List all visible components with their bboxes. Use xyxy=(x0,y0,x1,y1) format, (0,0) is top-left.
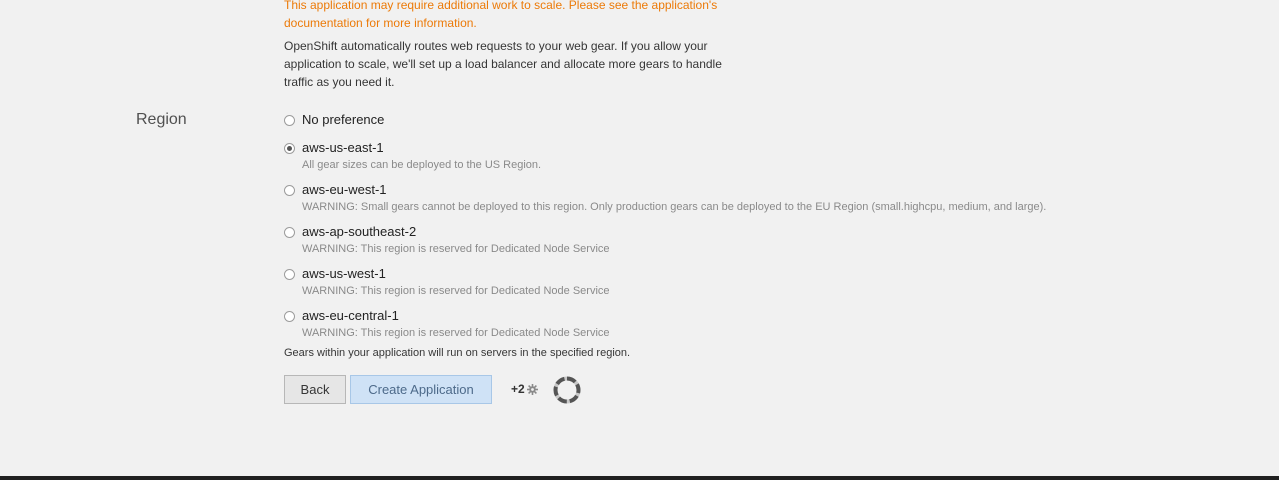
radio-button-selected[interactable] xyxy=(284,143,295,154)
region-option-help: WARNING: Small gears cannot be deployed … xyxy=(302,201,1047,213)
region-option-label: No preference xyxy=(302,112,385,127)
region-option-help: WARNING: This region is reserved for Ded… xyxy=(302,243,610,255)
gear-count: +2 xyxy=(511,382,525,396)
back-button[interactable]: Back xyxy=(284,375,346,404)
gear-cost-indicator: +2 xyxy=(511,382,538,396)
radio-button[interactable] xyxy=(284,311,295,322)
region-option-label: aws-eu-central-1 xyxy=(302,308,399,323)
region-option-label: aws-eu-west-1 xyxy=(302,182,387,197)
create-application-button[interactable]: Create Application xyxy=(350,375,492,404)
region-option-label: aws-us-east-1 xyxy=(302,140,384,155)
footer-bar xyxy=(0,476,1279,480)
gear-icon xyxy=(526,383,538,395)
region-option-help: WARNING: This region is reserved for Ded… xyxy=(302,285,610,297)
region-option-help: All gear sizes can be deployed to the US… xyxy=(302,159,542,171)
region-option-help: WARNING: This region is reserved for Ded… xyxy=(302,327,610,339)
region-option-label: aws-us-west-1 xyxy=(302,266,386,281)
scaling-description: OpenShift automatically routes web reque… xyxy=(284,39,722,89)
radio-button[interactable] xyxy=(284,227,295,238)
radio-button[interactable] xyxy=(284,185,295,196)
loading-spinner-icon xyxy=(552,375,582,405)
radio-button[interactable] xyxy=(284,269,295,280)
radio-button[interactable] xyxy=(284,115,295,126)
region-option-label: aws-ap-southeast-2 xyxy=(302,224,417,239)
scaling-warning: This application may require additional … xyxy=(284,0,718,30)
region-note: Gears within your application will run o… xyxy=(284,347,631,359)
region-label: Region xyxy=(136,111,187,128)
